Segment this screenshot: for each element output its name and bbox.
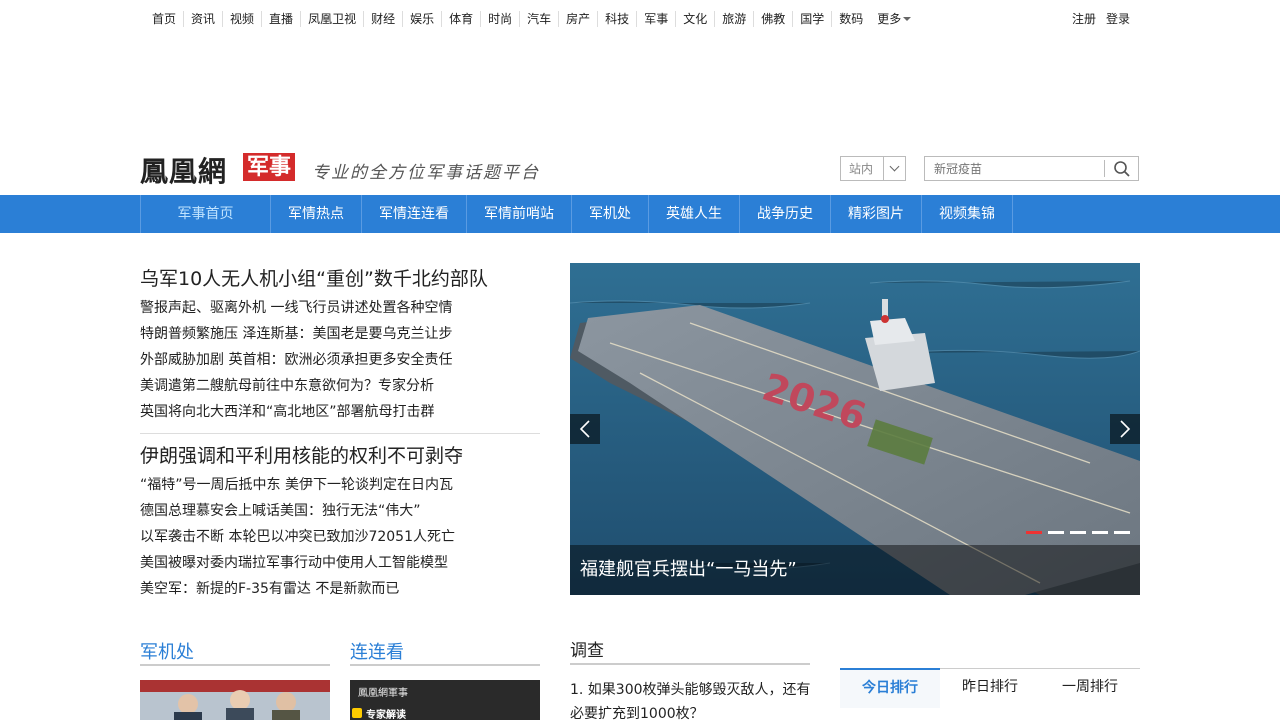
channel-nav-item[interactable]: 军情热点 [271, 195, 362, 233]
top-nav-item[interactable]: 财经 [363, 11, 402, 27]
search-scope-select[interactable]: 站内 [840, 156, 906, 181]
ranking-tabs: 今日排行 昨日排行 一周排行 [840, 668, 1140, 708]
top-nav-item[interactable]: 资讯 [183, 11, 222, 27]
ranking-tab[interactable]: 一周排行 [1040, 669, 1140, 708]
slider-dot[interactable] [1114, 531, 1130, 534]
channel-header: 鳳凰網 军事 专业的全方位军事话题平台 站内 [140, 148, 1140, 188]
login-link[interactable]: 登录 [1106, 10, 1130, 27]
section-underline [140, 664, 330, 666]
section-title-lianliankan[interactable]: 连连看 [350, 638, 404, 664]
headline-link[interactable]: 德国总理慕安会上喊话美国：独行无法“伟大” [140, 498, 540, 524]
headline-link[interactable]: 美国被曝对委内瑞拉军事行动中使用人工智能模型 [140, 550, 540, 576]
channel-nav-item-active[interactable]: 军事首页 [140, 195, 271, 233]
headline-link[interactable]: 外部威胁加剧 英首相：欧洲必须承担更多安全责任 [140, 347, 540, 373]
user-links: 注册 登录 [1072, 10, 1130, 27]
top-nav-list: 首页 资讯 视频 直播 凤凰卫视 财经 娱乐 体育 时尚 汽车 房产 科技 军事 文化 旅游 佛教 国学 数码 更多 [140, 11, 918, 27]
junjichu-thumbnail[interactable] [140, 680, 330, 720]
headline-link[interactable]: 警报声起、驱离外机 一线飞行员讲述处置各种空情 [140, 295, 540, 321]
thumbnail-tag: 专家解读 [366, 710, 406, 720]
top-nav-item[interactable]: 科技 [597, 11, 636, 27]
channel-nav-item[interactable]: 战争历史 [740, 195, 831, 233]
top-nav-item[interactable]: 体育 [441, 11, 480, 27]
headline-link[interactable]: “福特”号一周后抵中东 美伊下一轮谈判定在日内瓦 [140, 472, 540, 498]
top-nav-item[interactable]: 娱乐 [402, 11, 441, 27]
headline-link[interactable]: 美空军：新提的F-35有雷达 不是新款而已 [140, 576, 540, 602]
section-title-junjichu[interactable]: 军机处 [140, 638, 194, 664]
headline-link[interactable]: 美调遣第二艘航母前往中东意欲何为？专家分析 [140, 373, 540, 399]
top-nav-item[interactable]: 时尚 [480, 11, 519, 27]
top-nav-item[interactable]: 国学 [792, 11, 831, 27]
top-nav-item[interactable]: 旅游 [714, 11, 753, 27]
slider-indicators [1026, 531, 1130, 534]
register-link[interactable]: 注册 [1072, 10, 1096, 27]
channel-nav-item[interactable]: 精彩图片 [831, 195, 922, 233]
channel-logo-military[interactable]: 军事 [243, 153, 296, 181]
channel-nav-list: 军事首页 军情热点 军情连连看 军情前哨站 军机处 英雄人生 战争历史 精彩图片 视频集锦 [140, 195, 1013, 233]
guests-photo [140, 680, 330, 720]
top-nav-item[interactable]: 军事 [636, 11, 675, 27]
caret-down-icon [903, 17, 912, 21]
top-nav-item[interactable]: 文化 [675, 11, 714, 27]
lianliankan-thumbnail[interactable]: 鳳凰網軍事 专家解读 [350, 680, 540, 720]
ranking-tab[interactable]: 昨日排行 [940, 669, 1040, 708]
section-underline [570, 663, 810, 665]
slider-next-button[interactable] [1110, 414, 1140, 444]
ifeng-logo[interactable]: 鳳凰網 [140, 150, 227, 190]
headline-title-2[interactable]: 伊朗强调和平利用核能的权利不可剥夺 [140, 442, 540, 470]
slider-caption[interactable]: 福建舰官兵摆出“一马当先” [570, 545, 1140, 595]
chevron-right-icon [1120, 420, 1131, 438]
chevron-left-icon [579, 420, 590, 438]
channel-nav-item[interactable]: 军情前哨站 [467, 195, 572, 233]
headline-list-2: “福特”号一周后抵中东 美伊下一轮谈判定在日内瓦 德国总理慕安会上喊话美国：独行无… [140, 472, 540, 602]
top-nav-item[interactable]: 数码 [831, 11, 870, 27]
channel-nav-item[interactable]: 军机处 [572, 195, 649, 233]
top-navigation: 首页 资讯 视频 直播 凤凰卫视 财经 娱乐 体育 时尚 汽车 房产 科技 军事 文化 旅游 佛教 国学 数码 更多… [140, 0, 1140, 36]
divider [140, 433, 540, 434]
channel-navigation: 军事首页 军情热点 军情连连看 军情前哨站 军机处 英雄人生 战争历史 精彩图片 视频集锦 [0, 195, 1280, 233]
top-nav-item[interactable]: 凤凰卫视 [300, 11, 363, 27]
chevron-down-icon[interactable] [883, 157, 905, 180]
headline-list-1: 警报声起、驱离外机 一线飞行员讲述处置各种空情 特朗普频繁施压 泽连斯基：美国老是… [140, 295, 540, 425]
survey-title: 调查 [570, 641, 604, 661]
search-scope-value: 站内 [849, 162, 874, 176]
slider-dot[interactable] [1070, 531, 1086, 534]
thumbnail-logo-text: 鳳凰網軍事 [358, 688, 408, 699]
top-nav-item[interactable]: 首页 [140, 11, 183, 27]
headline-news: 乌军10人无人机小组“重创”数千北约部队 警报声起、驱离外机 一线飞行员讲述处置… [140, 265, 540, 602]
search-box [924, 156, 1139, 181]
survey-question[interactable]: 1. 如果300枚弹头能够毁灭敌人，还有必要扩充到1000枚？ [570, 678, 815, 720]
slider-dot[interactable] [1048, 531, 1064, 534]
headline-link[interactable]: 以军袭击不断 本轮巴以冲突已致加沙72051人死亡 [140, 524, 540, 550]
headline-link[interactable]: 英国将向北大西洋和“高北地区”部署航母打击群 [140, 399, 540, 425]
top-nav-more[interactable]: 更多 [870, 11, 918, 27]
search-input[interactable] [925, 157, 1105, 180]
top-nav-item[interactable]: 房产 [558, 11, 597, 27]
play-icon [352, 708, 362, 718]
slider-prev-button[interactable] [570, 414, 600, 444]
channel-nav-item[interactable]: 视频集锦 [922, 195, 1013, 233]
slider-dot[interactable] [1026, 531, 1042, 534]
top-nav-item[interactable]: 汽车 [519, 11, 558, 27]
more-label: 更多 [877, 12, 902, 26]
section-underline [350, 664, 540, 666]
ranking-tab[interactable]: 今日排行 [840, 668, 940, 708]
top-nav-item[interactable]: 佛教 [753, 11, 792, 27]
slider-dot[interactable] [1092, 531, 1108, 534]
channel-slogan: 专业的全方位军事话题平台 [312, 163, 540, 183]
focus-image-slider[interactable]: 2026 福建舰官兵摆出“一马当先” [570, 263, 1140, 595]
channel-nav-item[interactable]: 军情连连看 [362, 195, 467, 233]
top-nav-item[interactable]: 直播 [261, 11, 300, 27]
headline-link[interactable]: 特朗普频繁施压 泽连斯基：美国老是要乌克兰让步 [140, 321, 540, 347]
headline-title-1[interactable]: 乌军10人无人机小组“重创”数千北约部队 [140, 265, 540, 293]
search-icon[interactable] [1104, 160, 1138, 177]
top-nav-item[interactable]: 视频 [222, 11, 261, 27]
channel-nav-item[interactable]: 英雄人生 [649, 195, 740, 233]
